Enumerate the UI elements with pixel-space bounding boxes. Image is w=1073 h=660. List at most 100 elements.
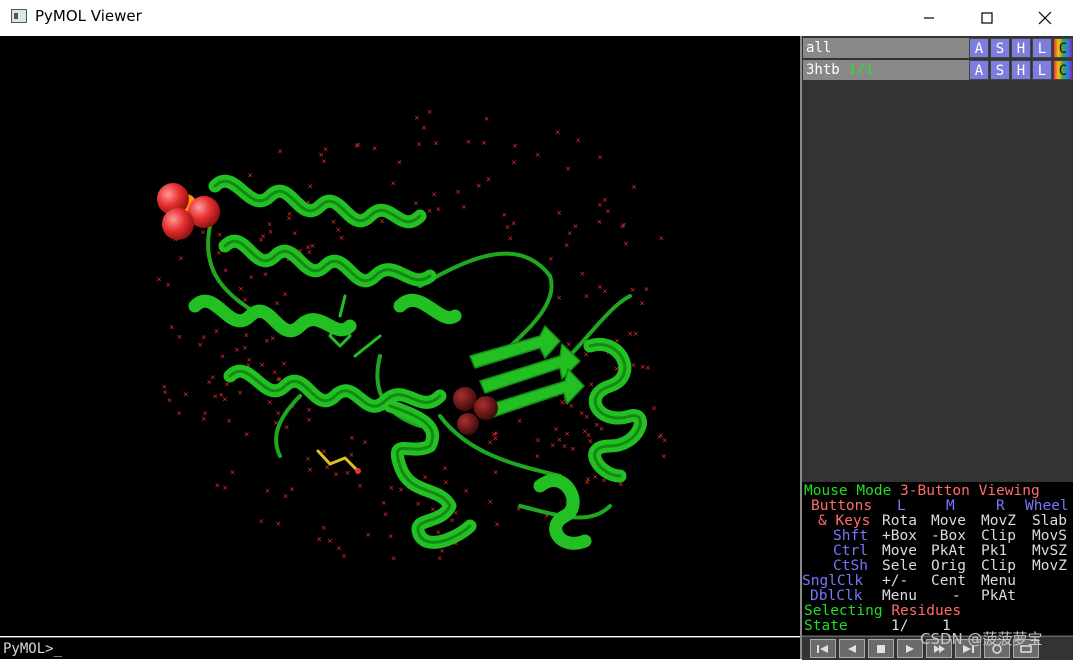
- water-mark: ×: [277, 147, 283, 155]
- water-mark: ×: [318, 151, 324, 159]
- water-mark: ×: [597, 283, 603, 291]
- color-button[interactable]: C: [1053, 38, 1073, 58]
- stop-button[interactable]: [868, 639, 894, 658]
- water-mark: ×: [633, 330, 639, 338]
- action-button[interactable]: A: [969, 60, 989, 80]
- water-mark: ×: [263, 271, 269, 279]
- water-mark: ×: [623, 240, 629, 248]
- water-mark: ×: [579, 270, 585, 278]
- water-mark: ×: [584, 292, 590, 300]
- water-mark: ×: [388, 484, 394, 492]
- water-mark: ×: [575, 137, 581, 145]
- water-mark: ×: [484, 115, 490, 123]
- water-mark: ×: [433, 139, 439, 147]
- water-mark: ×: [345, 469, 351, 477]
- row-l: +/-: [882, 573, 909, 589]
- stop-icon: [877, 644, 885, 653]
- water-mark: ×: [222, 484, 228, 492]
- water-mark: ×: [258, 236, 264, 244]
- hide-button[interactable]: H: [1011, 60, 1031, 80]
- water-mark: ×: [388, 532, 394, 540]
- water-mark: ×: [565, 165, 571, 173]
- molecule-viewport[interactable]: × × × × × × × × × × × × × × × × × × × × × × × × × × × × × × × × × × × × × × × ×…: [0, 36, 800, 636]
- water-mark: ×: [156, 275, 162, 283]
- water-mark: ×: [267, 221, 273, 229]
- water-mark: ×: [381, 499, 387, 507]
- water-mark: ×: [282, 290, 288, 298]
- water-mark: ×: [365, 531, 371, 539]
- selecting-value[interactable]: Residues: [891, 603, 961, 619]
- row-r: Menu: [981, 573, 1016, 589]
- minimize-button[interactable]: [900, 0, 958, 35]
- water-mark: ×: [217, 231, 223, 239]
- water-mark: ×: [357, 482, 363, 490]
- water-mark: ×: [535, 151, 541, 159]
- water-mark: ×: [177, 333, 183, 341]
- water-mark: ×: [354, 142, 360, 150]
- water-mark: ×: [597, 153, 603, 161]
- water-mark: ×: [493, 469, 499, 477]
- water-mark: ×: [281, 360, 287, 368]
- show-button[interactable]: S: [990, 60, 1010, 80]
- water-mark: ×: [487, 498, 493, 506]
- object-name[interactable]: 3htb 1/1: [803, 60, 969, 80]
- maximize-button[interactable]: [958, 0, 1016, 35]
- water-mark: ×: [183, 390, 189, 398]
- water-mark: ×: [556, 209, 562, 217]
- water-mark: ×: [220, 353, 226, 361]
- water-mark: ×: [658, 235, 664, 243]
- water-mark: ×: [661, 453, 667, 461]
- water-mark: ×: [505, 224, 511, 232]
- back-button[interactable]: [839, 639, 865, 658]
- water-mark: ×: [556, 294, 562, 302]
- water-mark: ×: [335, 226, 341, 234]
- row-wheel: MovZ: [1032, 558, 1067, 574]
- water-mark: ×: [391, 555, 397, 563]
- command-input[interactable]: PyMOL>_: [0, 637, 800, 659]
- color-button[interactable]: C: [1053, 60, 1073, 80]
- water-mark: ×: [435, 206, 441, 214]
- mouse-mode-value[interactable]: 3-Button Viewing: [900, 483, 1040, 499]
- water-mark: ×: [476, 182, 482, 190]
- water-mark: ×: [414, 114, 420, 122]
- show-button[interactable]: S: [990, 38, 1010, 58]
- hide-button[interactable]: H: [1011, 38, 1031, 58]
- water-mark: ×: [161, 383, 167, 391]
- water-mark: ×: [548, 255, 554, 263]
- row-m: -Box: [931, 528, 966, 544]
- water-mark: ×: [481, 139, 487, 147]
- water-mark: ×: [234, 346, 240, 354]
- water-mark: ×: [222, 395, 228, 403]
- water-mark: ×: [333, 470, 339, 478]
- water-mark: ×: [167, 397, 173, 405]
- play-icon: [906, 644, 914, 653]
- water-mark: ×: [517, 417, 523, 425]
- water-mark: ×: [283, 493, 289, 501]
- object-name[interactable]: all: [803, 38, 969, 58]
- row-l: Menu: [882, 588, 917, 604]
- label-button[interactable]: L: [1032, 60, 1052, 80]
- water-mark: ×: [331, 218, 337, 226]
- water-mark: ×: [421, 124, 427, 132]
- water-mark: ×: [372, 145, 378, 153]
- water-mark: ×: [397, 159, 403, 167]
- rewind-button[interactable]: [810, 639, 836, 658]
- water-mark: ×: [223, 266, 229, 274]
- water-mark: ×: [201, 415, 207, 423]
- water-mark: ×: [573, 223, 579, 231]
- water-mark: ×: [327, 537, 333, 545]
- water-mark: ×: [567, 230, 573, 238]
- label-button[interactable]: L: [1032, 38, 1052, 58]
- mouse-mode-panel[interactable]: Mouse Mode 3-Button Viewing Buttons L M …: [802, 482, 1073, 635]
- water-mark: ×: [415, 500, 421, 508]
- water-mark: ×: [275, 410, 281, 418]
- water-mark: ×: [658, 431, 664, 439]
- water-mark: ×: [275, 520, 281, 528]
- object-row-all[interactable]: all A S H L C: [803, 38, 1073, 58]
- action-button[interactable]: A: [969, 38, 989, 58]
- water-mark: ×: [562, 443, 568, 451]
- water-mark: ×: [339, 234, 345, 242]
- close-button[interactable]: [1016, 0, 1073, 35]
- object-row-3htb[interactable]: 3htb 1/1 A S H L C: [803, 60, 1073, 80]
- water-mark: ×: [645, 364, 651, 372]
